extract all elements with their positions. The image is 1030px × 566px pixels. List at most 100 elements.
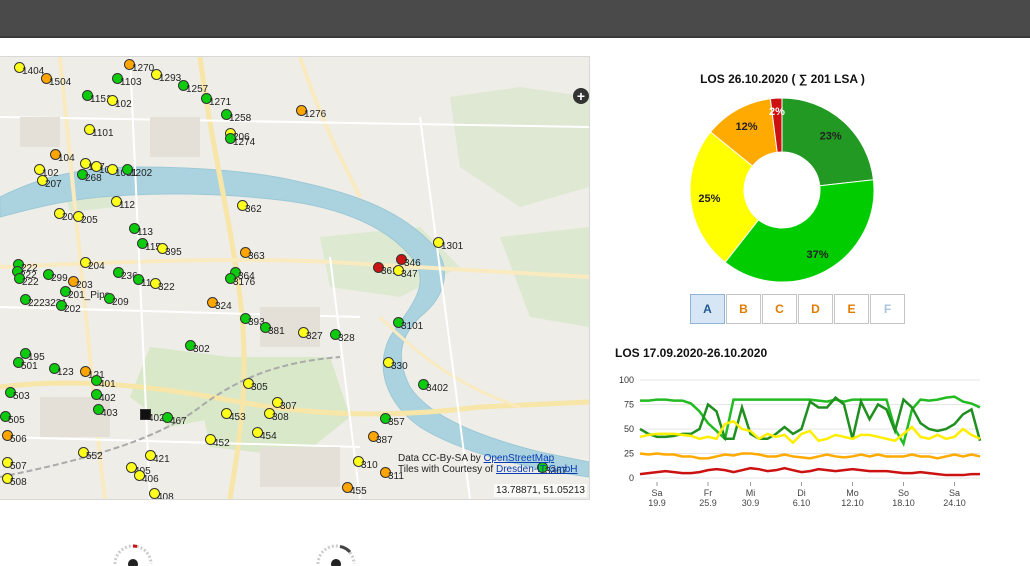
traffic-light-marker[interactable]: 1271 (201, 93, 231, 108)
traffic-light-marker[interactable]: 406 (134, 470, 159, 485)
traffic-light-marker[interactable]: 123 (49, 363, 74, 378)
traffic-light-marker[interactable]: 1504 (41, 73, 71, 88)
traffic-light-marker[interactable]: 1274 (225, 133, 255, 148)
traffic-light-marker[interactable]: 1276 (296, 105, 326, 120)
traffic-light-marker[interactable]: 402 (91, 389, 116, 404)
traffic-light-marker[interactable]: 1103 (112, 73, 142, 88)
traffic-light-marker[interactable]: 115 (137, 238, 161, 253)
traffic-light-marker[interactable]: 206 (54, 208, 79, 223)
traffic-light-marker[interactable]: 1101 (84, 124, 114, 139)
traffic-light-marker[interactable]: 507 (2, 457, 27, 472)
traffic-light-marker[interactable]: 302 (185, 340, 210, 355)
x-tick-label: 6.10 (793, 498, 811, 508)
marker-label: 452 (213, 438, 230, 449)
traffic-light-marker[interactable]: 363 (240, 247, 265, 262)
traffic-light-marker[interactable]: 1404 (14, 62, 44, 77)
traffic-light-marker[interactable]: 310 (353, 456, 378, 471)
traffic-light-map[interactable]: 1404 1504 1103 1270 1293 1257 1151 102 1271 1276 1… (0, 56, 590, 500)
los-button-e[interactable]: E (834, 294, 869, 324)
marker-label: 322 (158, 282, 175, 293)
traffic-light-marker[interactable]: 454 (252, 427, 277, 442)
traffic-light-marker[interactable]: 1301 (433, 237, 463, 252)
traffic-light-marker[interactable]: 395 (157, 243, 182, 258)
dresden-it-link[interactable]: Dresden-IT GmbH (496, 464, 578, 475)
traffic-light-marker[interactable]: 209 (104, 293, 129, 308)
los-button-a[interactable]: A (690, 294, 725, 324)
traffic-light-marker[interactable]: 552 (78, 447, 103, 462)
traffic-light-marker[interactable]: 112 (111, 196, 135, 211)
traffic-light-marker[interactable]: 2223231 (20, 294, 67, 309)
los-button-f[interactable]: F (870, 294, 905, 324)
traffic-light-marker[interactable]: 1258 (221, 109, 251, 124)
donut-slice-label: 2% (769, 106, 785, 118)
traffic-light-marker[interactable]: 205 (73, 211, 98, 226)
traffic-light-marker[interactable]: 328 (330, 329, 355, 344)
traffic-light-marker[interactable]: 118 (133, 274, 157, 289)
traffic-light-marker[interactable]: 1257 (178, 80, 208, 95)
fullscreen-plus-button[interactable]: + (573, 88, 589, 104)
traffic-light-marker[interactable]: 387 (368, 431, 393, 446)
traffic-light-marker[interactable]: 1202 (122, 164, 152, 179)
marker-label: 113 (137, 227, 153, 238)
traffic-light-marker[interactable]: 503 (5, 387, 30, 402)
marker-label: 102 (115, 99, 132, 110)
traffic-light-marker[interactable]: 3402 (418, 379, 448, 394)
traffic-light-marker[interactable]: 408 (149, 488, 174, 499)
traffic-light-marker[interactable]: 305 (243, 378, 268, 393)
traffic-light-marker[interactable]: 508 (2, 473, 27, 488)
traffic-light-marker[interactable]: 308 (264, 408, 289, 423)
traffic-light-marker[interactable]: 1051 (107, 164, 137, 179)
traffic-light-marker[interactable]: 207 (37, 175, 62, 190)
traffic-light-marker[interactable]: 1270 (124, 59, 154, 74)
openstreetmap-link[interactable]: OpenStreetMap (484, 453, 555, 464)
donut-chart-title: LOS 26.10.2020 ( ∑ 201 LSA ) (700, 72, 865, 86)
x-tick-label: 18.10 (892, 498, 915, 508)
traffic-light-marker[interactable]: 455 (342, 482, 367, 497)
y-tick-label: 50 (624, 424, 634, 434)
traffic-light-marker[interactable]: 401 (91, 375, 116, 390)
traffic-light-marker[interactable]: 236 (113, 267, 138, 282)
traffic-light-marker[interactable]: 505 (0, 411, 25, 426)
traffic-light-marker[interactable]: 506 (2, 430, 27, 445)
traffic-light-marker[interactable]: 311 (380, 467, 404, 482)
traffic-light-marker[interactable]: 453 (221, 408, 246, 423)
traffic-light-marker[interactable]: 1293 (151, 69, 181, 84)
traffic-light-marker[interactable]: 222 (14, 273, 39, 288)
traffic-light-marker[interactable]: 322 (150, 278, 175, 293)
traffic-light-marker[interactable]: 452 (205, 434, 230, 449)
traffic-light-marker[interactable]: 1151 (82, 90, 112, 105)
traffic-light-marker[interactable]: 268 (77, 169, 102, 184)
traffic-light-marker[interactable]: 299 (43, 269, 68, 284)
traffic-light-marker[interactable]: 421 (145, 450, 170, 465)
marker-label: 3101 (401, 321, 424, 332)
traffic-light-marker[interactable]: 108 (91, 161, 116, 176)
traffic-light-marker[interactable]: 3176 (225, 273, 255, 288)
marker-label: 406 (142, 474, 159, 485)
los-button-d[interactable]: D (798, 294, 833, 324)
traffic-light-marker[interactable]: 113 (129, 223, 153, 238)
traffic-light-marker[interactable]: 347 (393, 265, 418, 280)
traffic-light-marker[interactable]: 102 (107, 95, 132, 110)
traffic-light-marker[interactable]: 393 (240, 313, 265, 328)
traffic-light-marker[interactable]: 4021 (140, 409, 170, 424)
marker-label: 454 (260, 431, 277, 442)
traffic-light-marker[interactable]: 361 (373, 262, 398, 277)
traffic-light-marker[interactable]: 3101 (393, 317, 423, 332)
traffic-light-marker[interactable]: 202 (56, 300, 81, 315)
traffic-light-marker[interactable]: 362 (237, 200, 262, 215)
traffic-light-marker[interactable]: 467 (162, 412, 187, 427)
traffic-light-marker[interactable]: 330 (383, 357, 408, 372)
traffic-light-marker[interactable]: 104 (50, 149, 75, 164)
traffic-light-marker[interactable]: 357 (380, 413, 405, 428)
traffic-light-marker[interactable]: 324 (207, 297, 232, 312)
traffic-light-marker[interactable]: 381 (260, 322, 285, 337)
traffic-light-marker[interactable]: 201_Pips (60, 286, 110, 301)
los-button-c[interactable]: C (762, 294, 797, 324)
marker-label: 346 (404, 258, 421, 269)
los-button-b[interactable]: B (726, 294, 761, 324)
marker-label: 501 (21, 361, 38, 372)
traffic-light-marker[interactable]: 327 (298, 327, 323, 342)
traffic-light-marker[interactable]: 204 (80, 257, 105, 272)
traffic-light-marker[interactable]: 501 (13, 357, 38, 372)
traffic-light-marker[interactable]: 403 (93, 404, 118, 419)
